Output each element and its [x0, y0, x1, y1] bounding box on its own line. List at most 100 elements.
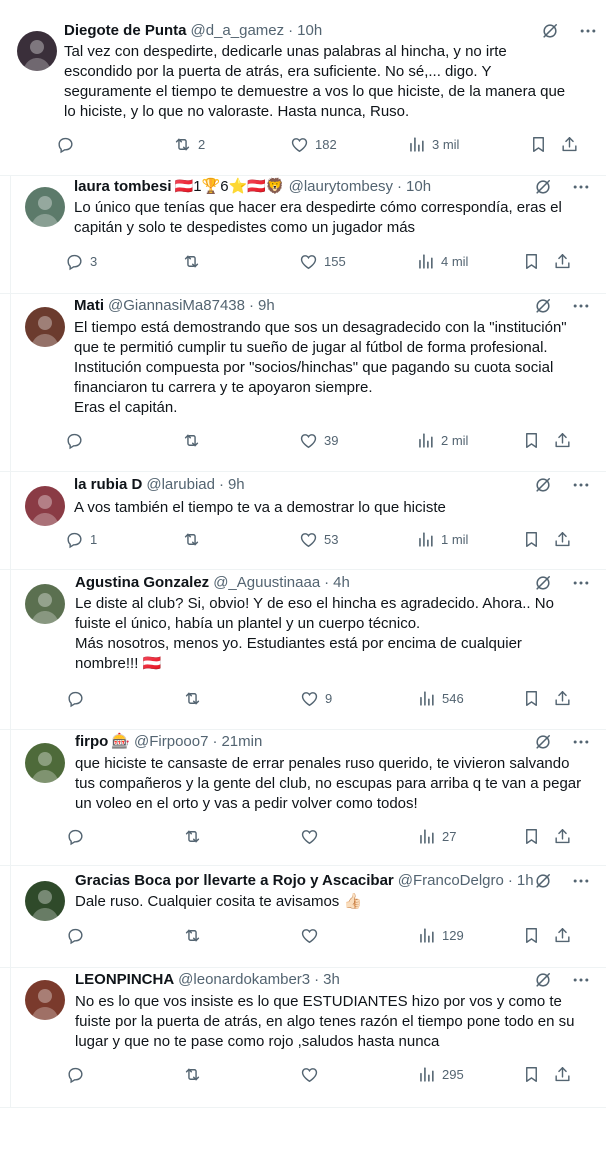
reply-button[interactable] — [65, 431, 90, 450]
retweet-button[interactable] — [182, 252, 207, 271]
timestamp[interactable]: 4h — [333, 573, 350, 593]
share-icon — [560, 135, 579, 154]
like-button[interactable] — [300, 926, 325, 945]
user-handle[interactable]: @_Aguustinaaa — [213, 573, 320, 593]
tweet[interactable]: Gracias Boca por llevarte a Rojo y Ascac… — [0, 866, 606, 968]
display-name[interactable]: LEONPINCHA — [75, 970, 174, 990]
timestamp[interactable]: 21min — [221, 732, 262, 752]
bookmark-button[interactable] — [522, 530, 541, 549]
avatar[interactable] — [25, 187, 65, 227]
user-handle[interactable]: @d_a_gamez — [191, 21, 285, 41]
views-icon — [416, 252, 435, 271]
share-button[interactable] — [553, 431, 572, 450]
tweet[interactable]: Mati @GiannasiMa87438 · 9h El tiempo está de… — [0, 294, 606, 472]
timestamp[interactable]: 3h — [323, 970, 340, 990]
name-emojis: 🎰 — [111, 733, 131, 750]
views-button[interactable]: 295 — [417, 1065, 464, 1084]
tweet[interactable]: LEONPINCHA @leonardokamber3 · 3h No es lo qu… — [0, 968, 606, 1108]
tweet[interactable]: Agustina Gonzalez @_Aguustinaaa · 4h Le dist… — [0, 570, 606, 730]
timestamp[interactable]: 10h — [297, 21, 322, 41]
reply-button[interactable] — [66, 827, 91, 846]
reply-icon — [65, 252, 84, 271]
retweet-button[interactable] — [182, 530, 207, 549]
display-name[interactable]: Gracias Boca por llevarte a Rojo y Ascac… — [75, 871, 394, 891]
user-handle[interactable]: @GiannasiMa87438 — [108, 296, 245, 316]
grok-icon[interactable] — [533, 475, 553, 500]
reply-button[interactable] — [56, 135, 81, 154]
avatar[interactable] — [25, 307, 65, 347]
reply-button[interactable]: 3 — [65, 252, 97, 271]
share-button[interactable] — [553, 926, 572, 945]
retweet-button[interactable] — [183, 926, 208, 945]
bookmark-button[interactable] — [522, 689, 541, 708]
views-button[interactable]: 2 mil — [416, 431, 468, 450]
user-handle[interactable]: @leonardokamber3 — [178, 970, 310, 990]
display-name[interactable]: Diegote de Punta — [64, 21, 187, 41]
like-button[interactable]: 53 — [299, 530, 338, 549]
user-handle[interactable]: @laurytombesy — [289, 177, 393, 197]
reply-button[interactable] — [66, 926, 91, 945]
more-options-icon[interactable] — [571, 475, 591, 500]
retweet-button[interactable]: 2 — [173, 135, 205, 154]
retweet-button[interactable] — [183, 1065, 208, 1084]
bookmark-button[interactable] — [522, 1065, 541, 1084]
tweet-actions: 295 — [0, 1065, 606, 1085]
share-button[interactable] — [553, 827, 572, 846]
reply-button[interactable] — [66, 1065, 91, 1084]
like-button[interactable] — [300, 1065, 325, 1084]
thread-divider — [10, 176, 11, 293]
timestamp[interactable]: 9h — [258, 296, 275, 316]
display-name[interactable]: laura tombesi — [74, 177, 172, 197]
avatar[interactable] — [25, 584, 65, 624]
retweet-button[interactable] — [183, 689, 208, 708]
like-button[interactable]: 155 — [299, 252, 346, 271]
avatar[interactable] — [25, 486, 65, 526]
share-button[interactable] — [553, 1065, 572, 1084]
tweet[interactable]: firpo 🎰 @Firpooo7 · 21min que hiciste te cans… — [0, 730, 606, 866]
share-button[interactable] — [560, 135, 579, 154]
avatar[interactable] — [25, 743, 65, 783]
retweet-button[interactable] — [182, 431, 207, 450]
views-button[interactable]: 1 mil — [416, 530, 468, 549]
reply-icon — [65, 431, 84, 450]
tweet[interactable]: laura tombesi 🇦🇹1🏆6⭐🇦🇹🦁 @laurytombesy · 10h L… — [0, 176, 606, 294]
views-button[interactable]: 546 — [417, 689, 464, 708]
like-button[interactable]: 39 — [299, 431, 338, 450]
tweet-actions: 9 546 — [0, 689, 606, 709]
views-button[interactable]: 129 — [417, 926, 464, 945]
bookmark-button[interactable] — [522, 252, 541, 271]
views-button[interactable]: 27 — [417, 827, 456, 846]
display-name[interactable]: firpo — [75, 732, 108, 752]
timestamp[interactable]: 9h — [228, 475, 245, 495]
share-button[interactable] — [553, 689, 572, 708]
bookmark-button[interactable] — [522, 431, 541, 450]
timestamp[interactable]: 1h — [517, 871, 534, 891]
bookmark-button[interactable] — [522, 827, 541, 846]
bookmark-button[interactable] — [529, 135, 548, 154]
display-name[interactable]: la rubia D — [74, 475, 142, 495]
share-button[interactable] — [553, 530, 572, 549]
bookmark-icon — [522, 530, 541, 549]
bookmark-button[interactable] — [522, 926, 541, 945]
reply-button[interactable]: 1 — [65, 530, 97, 549]
user-handle[interactable]: @Firpooo7 — [134, 732, 208, 752]
like-button[interactable] — [300, 827, 325, 846]
avatar[interactable] — [25, 881, 65, 921]
views-button[interactable]: 4 mil — [416, 252, 468, 271]
views-button[interactable]: 3 mil — [407, 135, 459, 154]
avatar[interactable] — [25, 980, 65, 1020]
avatar[interactable] — [17, 31, 57, 71]
user-handle[interactable]: @larubiad — [146, 475, 215, 495]
tweet[interactable]: la rubia D @larubiad · 9h A vos también el t… — [0, 472, 606, 570]
display-name[interactable]: Mati — [74, 296, 104, 316]
share-button[interactable] — [553, 252, 572, 271]
display-name[interactable]: Agustina Gonzalez — [75, 573, 209, 593]
user-handle[interactable]: @FrancoDelgro — [398, 871, 504, 891]
tweet[interactable]: Diegote de Punta @d_a_gamez · 10h Tal vez co… — [0, 18, 606, 176]
views-count: 129 — [442, 928, 464, 943]
like-button[interactable]: 9 — [300, 689, 332, 708]
retweet-button[interactable] — [183, 827, 208, 846]
timestamp[interactable]: 10h — [406, 177, 431, 197]
like-button[interactable]: 182 — [290, 135, 337, 154]
reply-button[interactable] — [66, 689, 91, 708]
